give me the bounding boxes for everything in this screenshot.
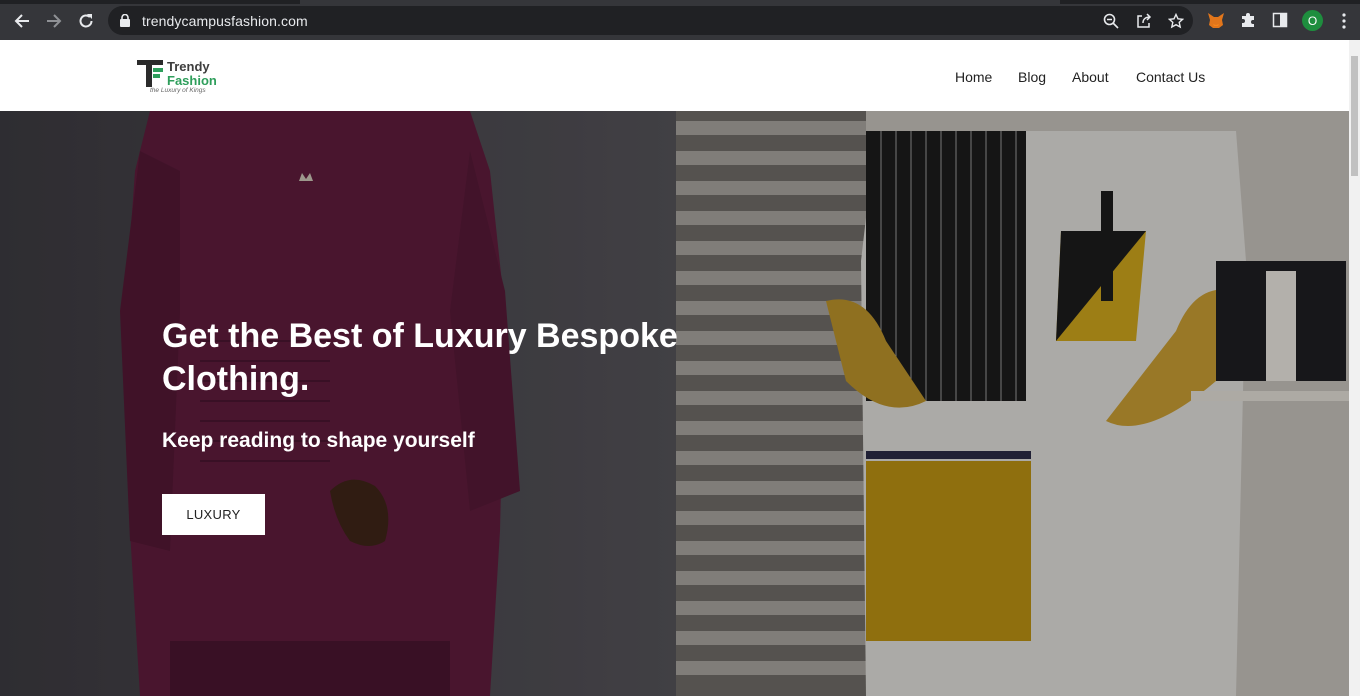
site-logo[interactable]: Trendy Fashion the Luxury of Kings bbox=[137, 58, 227, 98]
bookmark-star-icon[interactable] bbox=[1167, 12, 1185, 30]
tab-strip-edge bbox=[0, 0, 1360, 4]
logo-line1: Trendy bbox=[167, 59, 210, 74]
forward-icon[interactable] bbox=[43, 10, 65, 32]
hero-title: Get the Best of Luxury Bespoke Clothing. bbox=[162, 317, 678, 398]
extensions-puzzle-icon[interactable] bbox=[1239, 11, 1257, 29]
metamask-fox-icon[interactable] bbox=[1207, 11, 1225, 29]
zoom-icon[interactable] bbox=[1102, 12, 1120, 30]
side-panel-icon[interactable] bbox=[1271, 11, 1289, 29]
profile-avatar[interactable]: O bbox=[1302, 10, 1323, 31]
nav-home[interactable]: Home bbox=[955, 69, 992, 85]
kebab-menu-icon[interactable] bbox=[1336, 10, 1352, 32]
nav-about[interactable]: About bbox=[1072, 69, 1109, 85]
hero-subtitle: Keep reading to shape yourself bbox=[162, 429, 475, 452]
browser-toolbar: trendycampusfashion.com O bbox=[0, 0, 1360, 40]
url-text[interactable]: trendycampusfashion.com bbox=[142, 13, 308, 29]
address-bar[interactable]: trendycampusfashion.com bbox=[108, 6, 1193, 35]
logo-line2: Fashion bbox=[167, 73, 217, 88]
scrollbar-thumb[interactable] bbox=[1351, 56, 1358, 176]
page-scrollbar[interactable] bbox=[1349, 40, 1360, 696]
share-icon[interactable] bbox=[1135, 12, 1153, 30]
hero-dark-overlay bbox=[0, 111, 1349, 696]
nav-contact-us[interactable]: Contact Us bbox=[1136, 69, 1205, 85]
luxury-button[interactable]: LUXURY bbox=[162, 494, 265, 535]
nav-blog[interactable]: Blog bbox=[1018, 69, 1046, 85]
lock-icon[interactable] bbox=[120, 13, 130, 32]
back-icon[interactable] bbox=[11, 10, 33, 32]
site-header: Trendy Fashion the Luxury of Kings Home … bbox=[0, 40, 1349, 111]
logo-tagline: the Luxury of Kings bbox=[150, 87, 206, 94]
reload-icon[interactable] bbox=[75, 10, 97, 32]
hero-section: Get the Best of Luxury Bespoke Clothing.… bbox=[0, 111, 1349, 696]
